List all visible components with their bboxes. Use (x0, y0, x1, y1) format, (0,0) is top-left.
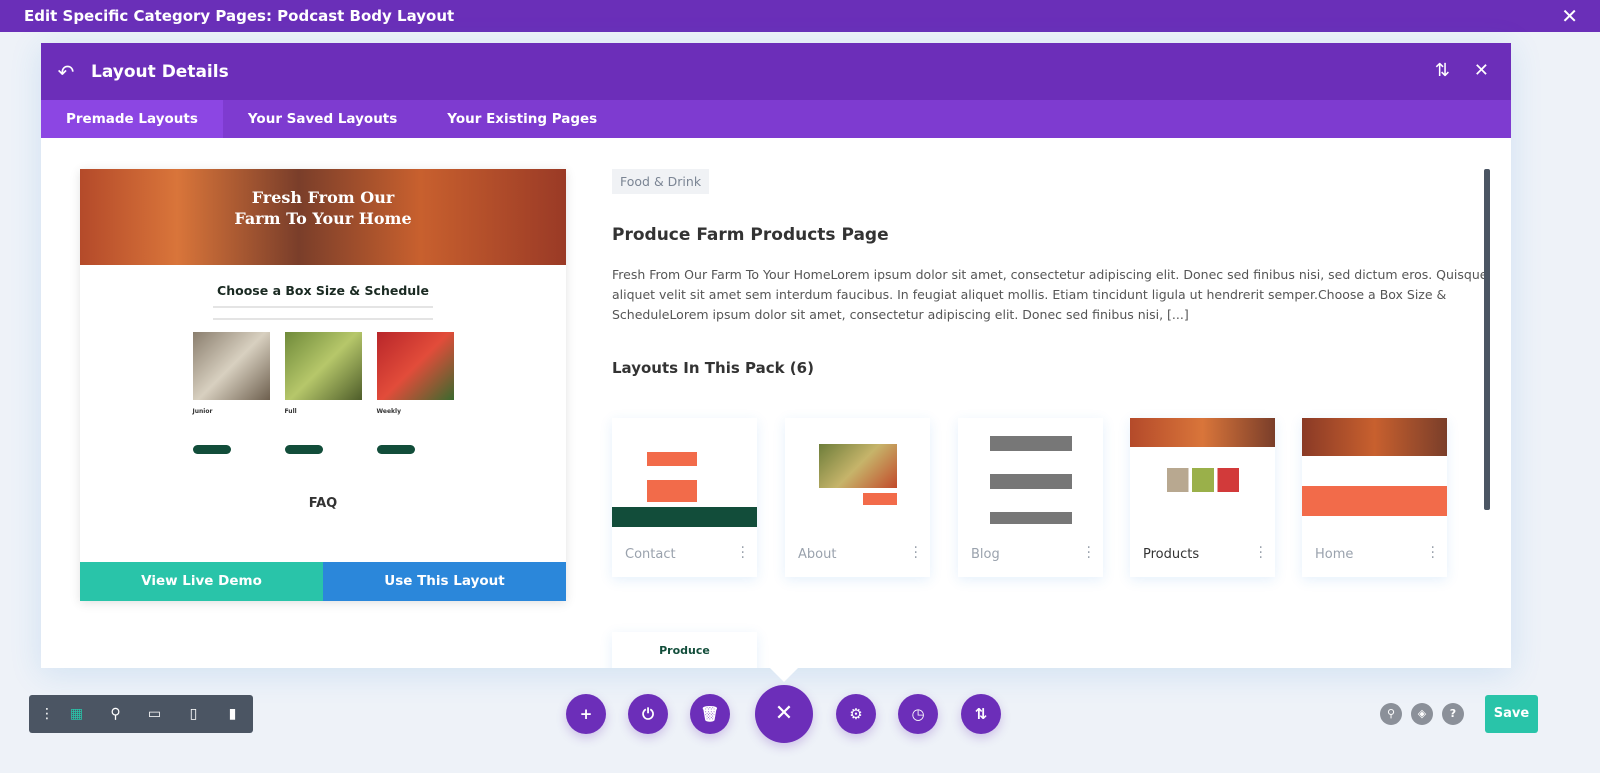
modal-pointer (770, 668, 798, 682)
more-options-icon[interactable]: · · · (1259, 541, 1263, 565)
pack-card[interactable]: Produce (612, 632, 757, 668)
preview-hero: Fresh From Our Farm To Your Home (80, 169, 566, 265)
modal-title: Layout Details (91, 61, 229, 82)
close-modal-icon[interactable]: ✕ (1474, 60, 1489, 81)
preview-box: Junior (192, 332, 270, 454)
pack-card-home[interactable]: Home · · · (1302, 418, 1447, 577)
more-options-icon[interactable]: · · · (741, 541, 745, 565)
preview-faq: FAQ (308, 496, 338, 511)
pack-card-about[interactable]: About · · · (785, 418, 930, 577)
produce-logo: Produce (659, 644, 710, 657)
wireframe-icon[interactable]: ▦ (57, 706, 96, 722)
pack-card-contact[interactable]: Contact · · · (612, 418, 757, 577)
preview-section-title: Choose a Box Size & Schedule (217, 283, 429, 298)
power-icon[interactable]: ⏻ (628, 694, 668, 734)
add-icon[interactable]: + (566, 694, 606, 734)
phone-icon[interactable]: ▮ (213, 706, 252, 722)
tablet-icon[interactable]: ▯ (174, 706, 213, 722)
tab-premade-layouts[interactable]: Premade Layouts (41, 100, 223, 138)
trash-icon[interactable]: 🗑 (690, 694, 730, 734)
more-options-icon[interactable]: · · · (914, 541, 918, 565)
more-icon[interactable]: ⋮ (37, 706, 57, 722)
category-tag[interactable]: Food & Drink (612, 169, 710, 194)
more-options-icon[interactable]: · · · (1431, 541, 1435, 565)
view-mode-toolbar: ⋮ ▦ ⚲ ▭ ▯ ▮ (29, 695, 253, 733)
layout-details-modal: ↶ Layout Details ⇅ ✕ Premade Layouts Your… (41, 43, 1511, 668)
tab-existing-pages[interactable]: Your Existing Pages (422, 100, 622, 138)
pack-card-products[interactable]: Products · · · (1130, 418, 1275, 577)
zoom-icon[interactable]: ⚲ (96, 706, 135, 722)
save-button[interactable]: Save (1485, 695, 1538, 733)
window-title-bar: Edit Specific Category Pages: Podcast Bo… (0, 0, 1600, 32)
tab-bar: Premade Layouts Your Saved Layouts Your … (41, 100, 1511, 138)
preview-box: Weekly (376, 332, 454, 454)
tab-saved-layouts[interactable]: Your Saved Layouts (223, 100, 422, 138)
pack-heading: Layouts In This Pack (6) (612, 359, 814, 377)
history-icon[interactable]: ◷ (898, 694, 938, 734)
close-icon[interactable]: ✕ (755, 685, 813, 743)
preview-box: Full (284, 332, 362, 454)
layout-preview: Fresh From Our Farm To Your Home Choose … (80, 169, 566, 601)
gear-icon[interactable]: ⚙ (836, 694, 876, 734)
use-this-layout-button[interactable]: Use This Layout (323, 562, 566, 601)
help-icon[interactable]: ? (1442, 703, 1464, 725)
pack-card-blog[interactable]: Blog · · · (958, 418, 1103, 577)
preview-body: Choose a Box Size & Schedule Junior Full… (80, 265, 566, 562)
more-options-icon[interactable]: · · · (1087, 541, 1091, 565)
close-icon[interactable]: ✕ (1561, 0, 1578, 32)
view-live-demo-button[interactable]: View Live Demo (80, 562, 323, 601)
layers-icon[interactable]: ◈ (1411, 703, 1433, 725)
layout-description: Fresh From Our Farm To Your HomeLorem ip… (612, 267, 1488, 322)
scrollbar[interactable] (1484, 169, 1490, 510)
search-icon[interactable]: ⚲ (1380, 703, 1402, 725)
window-title: Edit Specific Category Pages: Podcast Bo… (24, 7, 455, 25)
layout-title: Produce Farm Products Page (612, 225, 889, 245)
sort-icon[interactable]: ⇅ (1435, 60, 1450, 81)
modal-header: ↶ Layout Details ⇅ ✕ (41, 43, 1511, 100)
portability-icon[interactable]: ⇅ (961, 694, 1001, 734)
preview-text (213, 306, 433, 320)
desktop-icon[interactable]: ▭ (135, 706, 174, 722)
back-icon[interactable]: ↶ (41, 60, 91, 84)
